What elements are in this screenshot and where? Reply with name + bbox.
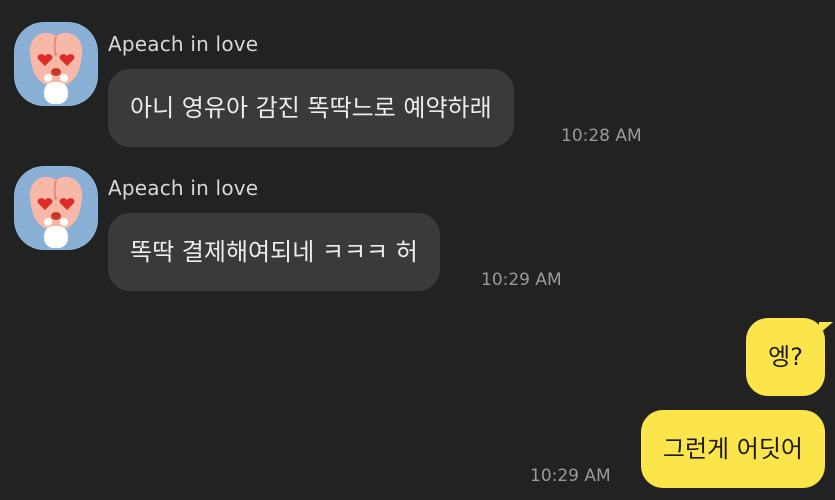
bubble-tail: [819, 322, 833, 334]
message-timestamp: 10:29 AM: [530, 466, 611, 486]
apeach-heart-eyes-avatar-icon[interactable]: [14, 166, 98, 250]
message-bubble[interactable]: 그런게 어딧어: [640, 410, 825, 488]
message-bubble[interactable]: 똑딱 결제해여되네 ㅋㅋㅋ 허: [108, 213, 440, 291]
message-bubble[interactable]: 아니 영유아 감진 똑딱느로 예약하래: [108, 69, 514, 147]
message-timestamp: 10:28 AM: [561, 126, 642, 146]
apeach-heart-eyes-avatar-icon[interactable]: [14, 22, 98, 106]
sender-name: Apeach in love: [108, 176, 259, 200]
sender-name: Apeach in love: [108, 32, 259, 56]
message-timestamp: 10:29 AM: [481, 270, 562, 290]
message-bubble[interactable]: 엥?: [746, 318, 825, 396]
